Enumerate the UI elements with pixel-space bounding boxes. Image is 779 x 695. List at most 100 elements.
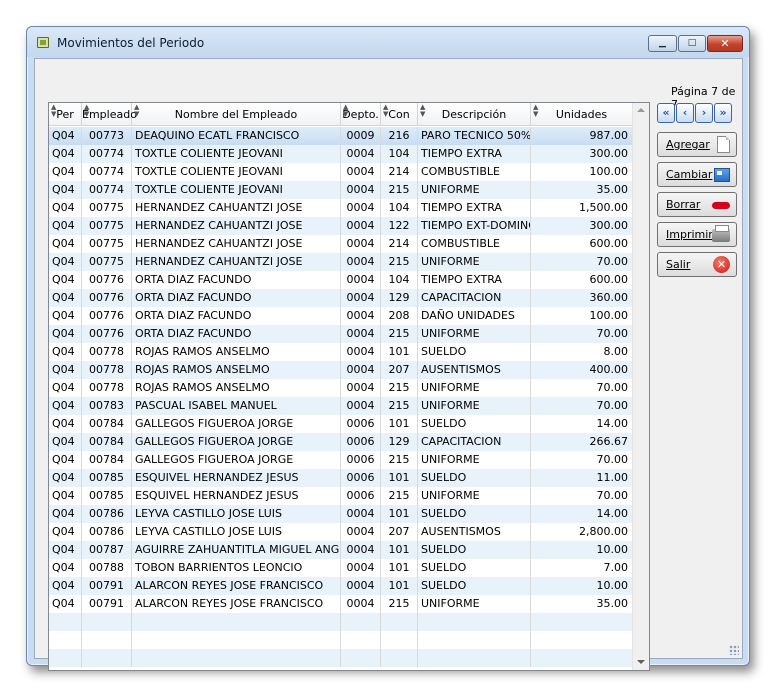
- table-row[interactable]: Q04 00786 LEYVA CASTILLO JOSE LUIS 0004 207 A…: [49, 523, 633, 541]
- minimize-button[interactable]: ▁: [648, 35, 677, 52]
- cell-nombre: [132, 649, 341, 667]
- edit-picture-icon: [714, 168, 730, 182]
- table-row[interactable]: Q04 00785 ESQUIVEL HERNANDEZ JESUS 0006 215 U…: [49, 487, 633, 505]
- title-bar[interactable]: Movimientos del Periodo ▁ □ ✕: [27, 27, 749, 57]
- table-row[interactable]: Q04 00776 ORTA DIAZ FACUNDO 0004 104 TIEMPO E…: [49, 271, 633, 289]
- cell-per: Q04: [49, 433, 82, 451]
- table-row[interactable]: Q04 00788 TOBON BARRIENTOS LEONCIO 0004 101 S…: [49, 559, 633, 577]
- cell-nombre: HERNANDEZ CAHUANTZI JOSE: [132, 217, 341, 235]
- table-row[interactable]: Q04 00775 HERNANDEZ CAHUANTZI JOSE 0004 215 U…: [49, 253, 633, 271]
- cell-con: 215: [381, 253, 418, 271]
- column-header-empleado[interactable]: ▲ ▼ Empleado: [82, 103, 137, 126]
- table-row[interactable]: [49, 631, 633, 649]
- table-row[interactable]: Q04 00778 ROJAS RAMOS ANSELMO 0004 101 SUELDO…: [49, 343, 633, 361]
- cell-nombre: ORTA DIAZ FACUNDO: [132, 271, 341, 289]
- last-page-button[interactable]: »: [714, 103, 732, 123]
- cell-empleado: 00776: [82, 271, 132, 289]
- change-button[interactable]: Cambiar: [657, 162, 737, 187]
- exit-button[interactable]: Salir ✕: [657, 252, 737, 277]
- table-row[interactable]: Q04 00784 GALLEGOS FIGUEROA JORGE 0006 129 CA…: [49, 433, 633, 451]
- sort-icon: ▲ ▼: [420, 103, 426, 118]
- cell-con: 215: [381, 379, 418, 397]
- table-row[interactable]: Q04 00775 HERNANDEZ CAHUANTZI JOSE 0004 122 T…: [49, 217, 633, 235]
- cell-depto: 0004: [341, 523, 381, 541]
- cell-unidades: [531, 631, 633, 649]
- cell-nombre: TOXTLE COLIENTE JEOVANI: [132, 145, 341, 163]
- sort-icon: ▲ ▼: [134, 103, 140, 118]
- vertical-scrollbar[interactable]: [632, 103, 649, 670]
- scroll-up-icon[interactable]: [637, 108, 645, 112]
- table-row[interactable]: Q04 00775 HERNANDEZ CAHUANTZI JOSE 0004 104 T…: [49, 199, 633, 217]
- table-row[interactable]: Q04 00776 ORTA DIAZ FACUNDO 0004 215 UNIFORME…: [49, 325, 633, 343]
- cell-descripcion: TIEMPO EXTRA: [418, 145, 531, 163]
- prev-page-button[interactable]: ‹: [676, 103, 694, 123]
- print-button[interactable]: Imprimir: [657, 222, 737, 247]
- table-row[interactable]: Q04 00785 ESQUIVEL HERNANDEZ JESUS 0006 101 S…: [49, 469, 633, 487]
- cell-depto: 0004: [341, 307, 381, 325]
- table-row[interactable]: Q04 00776 ORTA DIAZ FACUNDO 0004 208 DAÑO UNI…: [49, 307, 633, 325]
- cell-descripcion: UNIFORME: [418, 379, 531, 397]
- table-row[interactable]: [49, 613, 633, 631]
- cell-descripcion: SUELDO: [418, 415, 531, 433]
- table-row[interactable]: Q04 00784 GALLEGOS FIGUEROA JORGE 0006 101 SU…: [49, 415, 633, 433]
- cell-per: Q04: [49, 505, 82, 523]
- next-page-button[interactable]: ›: [695, 103, 713, 123]
- scroll-down-icon[interactable]: [637, 660, 645, 664]
- cell-descripcion: TIEMPO EXTRA: [418, 199, 531, 217]
- cell-empleado: 00774: [82, 145, 132, 163]
- resize-grip-icon[interactable]: [729, 645, 739, 655]
- cell-unidades: 10.00: [531, 577, 633, 595]
- cell-per: Q04: [49, 397, 82, 415]
- cell-unidades: 7.00: [531, 559, 633, 577]
- table-row[interactable]: Q04 00776 ORTA DIAZ FACUNDO 0004 129 CAPACITA…: [49, 289, 633, 307]
- cell-depto: 0004: [341, 379, 381, 397]
- table-row[interactable]: Q04 00783 PASCUAL ISABEL MANUEL 0004 215 UNIF…: [49, 397, 633, 415]
- column-header-con[interactable]: ▲ ▼ Con: [381, 103, 418, 126]
- column-header-nombre[interactable]: ▲ ▼ Nombre del Empleado: [132, 103, 341, 126]
- cell-empleado: 00785: [82, 487, 132, 505]
- cell-empleado: 00776: [82, 289, 132, 307]
- table-row[interactable]: Q04 00787 AGUIRRE ZAHUANTITLA MIGUEL ANG 00…: [49, 541, 633, 559]
- table-row[interactable]: Q04 00791 ALARCON REYES JOSE FRANCISCO 0004…: [49, 577, 633, 595]
- maximize-button[interactable]: □: [678, 35, 706, 52]
- column-header-descripcion[interactable]: ▲ ▼ Descripción: [418, 103, 531, 126]
- table-row[interactable]: Q04 00774 TOXTLE COLIENTE JEOVANI 0004 104 TI…: [49, 145, 633, 163]
- cell-empleado: 00774: [82, 163, 132, 181]
- cell-empleado: 00791: [82, 595, 132, 613]
- cell-per: Q04: [49, 343, 82, 361]
- cell-nombre: ORTA DIAZ FACUNDO: [132, 325, 341, 343]
- cell-unidades: 70.00: [531, 487, 633, 505]
- table-row[interactable]: Q04 00773 DEAQUINO ECATL FRANCISCO 0009 216 P…: [49, 127, 633, 145]
- first-page-button[interactable]: «: [657, 103, 675, 123]
- column-header-depto[interactable]: ▲ ▼ Depto.: [341, 103, 381, 126]
- column-label: Per: [56, 108, 74, 121]
- cell-empleado: 00776: [82, 307, 132, 325]
- cell-nombre: ORTA DIAZ FACUNDO: [132, 307, 341, 325]
- table-row[interactable]: Q04 00784 GALLEGOS FIGUEROA JORGE 0006 215 UN…: [49, 451, 633, 469]
- cell-unidades: 400.00: [531, 361, 633, 379]
- column-header-per[interactable]: ▲ ▼ Per: [49, 103, 82, 126]
- cell-descripcion: UNIFORME: [418, 397, 531, 415]
- close-button[interactable]: ✕: [707, 35, 743, 52]
- cell-per: Q04: [49, 289, 82, 307]
- add-button[interactable]: Agregar: [657, 132, 737, 157]
- table-row[interactable]: Q04 00775 HERNANDEZ CAHUANTZI JOSE 0004 214 C…: [49, 235, 633, 253]
- table-row[interactable]: Q04 00774 TOXTLE COLIENTE JEOVANI 0004 215 UN…: [49, 181, 633, 199]
- cell-per: Q04: [49, 235, 82, 253]
- table-row[interactable]: Q04 00778 ROJAS RAMOS ANSELMO 0004 215 UNIFOR…: [49, 379, 633, 397]
- table-row[interactable]: [49, 649, 633, 667]
- table-row[interactable]: Q04 00774 TOXTLE COLIENTE JEOVANI 0004 214 CO…: [49, 163, 633, 181]
- delete-button[interactable]: Borrar: [657, 192, 737, 217]
- table-row[interactable]: Q04 00786 LEYVA CASTILLO JOSE LUIS 0004 101 S…: [49, 505, 633, 523]
- cell-con: [381, 649, 418, 667]
- cell-empleado: 00775: [82, 253, 132, 271]
- cell-per: Q04: [49, 487, 82, 505]
- cell-nombre: PASCUAL ISABEL MANUEL: [132, 397, 341, 415]
- cell-depto: 0004: [341, 505, 381, 523]
- column-header-unidades[interactable]: ▲ ▼ Unidades: [531, 103, 633, 126]
- cell-descripcion: COMBUSTIBLE: [418, 235, 531, 253]
- table-row[interactable]: Q04 00778 ROJAS RAMOS ANSELMO 0004 207 AUSENT…: [49, 361, 633, 379]
- movements-grid[interactable]: ▲ ▼ Per ▲ ▼ Empleado ▲ ▼ Nombre del Empleado ▲…: [48, 102, 650, 671]
- table-row[interactable]: Q04 00791 ALARCON REYES JOSE FRANCISCO 0004…: [49, 595, 633, 613]
- cell-con: 214: [381, 163, 418, 181]
